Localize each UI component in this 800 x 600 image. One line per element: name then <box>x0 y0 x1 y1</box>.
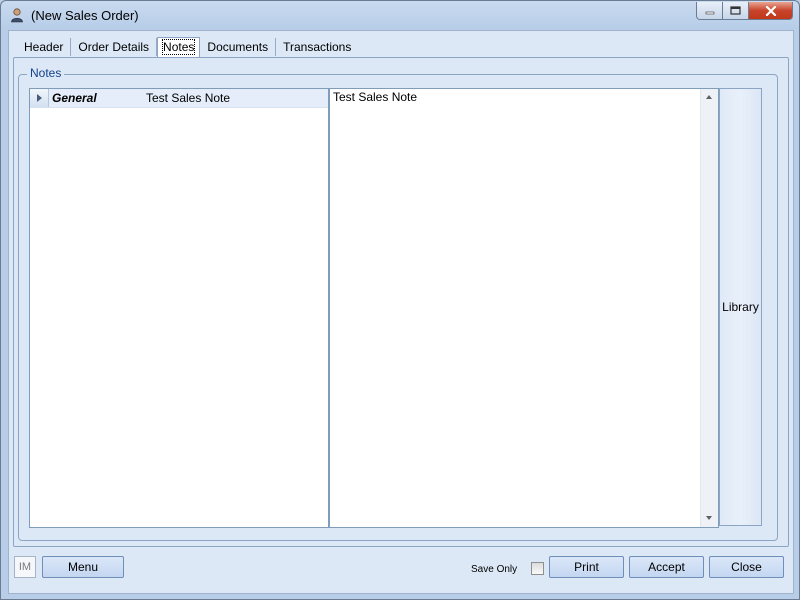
title-bar[interactable]: (New Sales Order) <box>1 1 799 29</box>
notes-list-grid[interactable]: General Test Sales Note <box>29 88 329 528</box>
save-only-checkbox[interactable] <box>531 562 544 575</box>
library-button[interactable]: Library <box>719 88 762 526</box>
minimize-icon <box>705 11 714 14</box>
library-button-label: Library <box>722 300 759 314</box>
notes-group-title: Notes <box>27 66 65 80</box>
im-badge[interactable]: IM <box>14 556 36 578</box>
tab-label: Documents <box>207 40 269 54</box>
tab-order-details[interactable]: Order Details <box>71 38 158 56</box>
accept-button[interactable]: Accept <box>629 556 704 578</box>
tab-label: Transactions <box>283 40 352 54</box>
note-category-cell[interactable]: General <box>52 91 97 105</box>
close-button[interactable]: Close <box>709 556 784 578</box>
table-row[interactable]: General Test Sales Note <box>30 89 328 108</box>
user-icon[interactable] <box>9 7 25 23</box>
note-text-editor[interactable]: Test Sales Note <box>329 88 719 528</box>
maximize-button[interactable] <box>723 2 749 20</box>
menu-button-label: Menu <box>67 560 99 574</box>
im-label: IM <box>18 561 32 573</box>
tab-documents[interactable]: Documents <box>200 38 277 56</box>
editor-vertical-scrollbar[interactable] <box>700 89 718 527</box>
maximize-icon <box>730 6 741 15</box>
print-button[interactable]: Print <box>549 556 624 578</box>
menu-button[interactable]: Menu <box>42 556 124 578</box>
print-button-label: Print <box>574 560 599 574</box>
tab-label: Order Details <box>78 40 150 54</box>
minimize-button[interactable] <box>696 2 723 20</box>
accept-button-label: Accept <box>648 560 685 574</box>
note-summary-cell[interactable]: Test Sales Note <box>146 91 230 105</box>
tab-label: Header <box>24 40 64 54</box>
window-title: (New Sales Order) <box>31 8 139 23</box>
row-indicator-icon[interactable] <box>30 89 49 107</box>
tab-label: Notes <box>162 39 196 55</box>
tab-header[interactable]: Header <box>17 38 72 56</box>
tab-notes[interactable]: Notes <box>157 37 201 58</box>
close-window-button[interactable] <box>749 2 793 20</box>
notes-groupbox: Notes General Test Sales Note Test Sales… <box>18 66 778 541</box>
sales-order-window: (New Sales Order) Header Order Details N… <box>0 0 800 600</box>
tab-strip: Header Order Details Notes Documents Tra… <box>17 37 358 58</box>
note-text-content[interactable]: Test Sales Note <box>333 90 417 104</box>
close-icon <box>765 5 776 16</box>
close-button-label: Close <box>731 560 762 574</box>
tab-transactions[interactable]: Transactions <box>276 38 358 56</box>
save-only-label: Save Only <box>471 564 518 575</box>
scroll-up-icon[interactable] <box>701 89 718 106</box>
notes-tab-panel: Notes General Test Sales Note Test Sales… <box>13 57 789 547</box>
scroll-down-icon[interactable] <box>701 510 718 527</box>
client-area: Header Order Details Notes Documents Tra… <box>8 30 794 594</box>
